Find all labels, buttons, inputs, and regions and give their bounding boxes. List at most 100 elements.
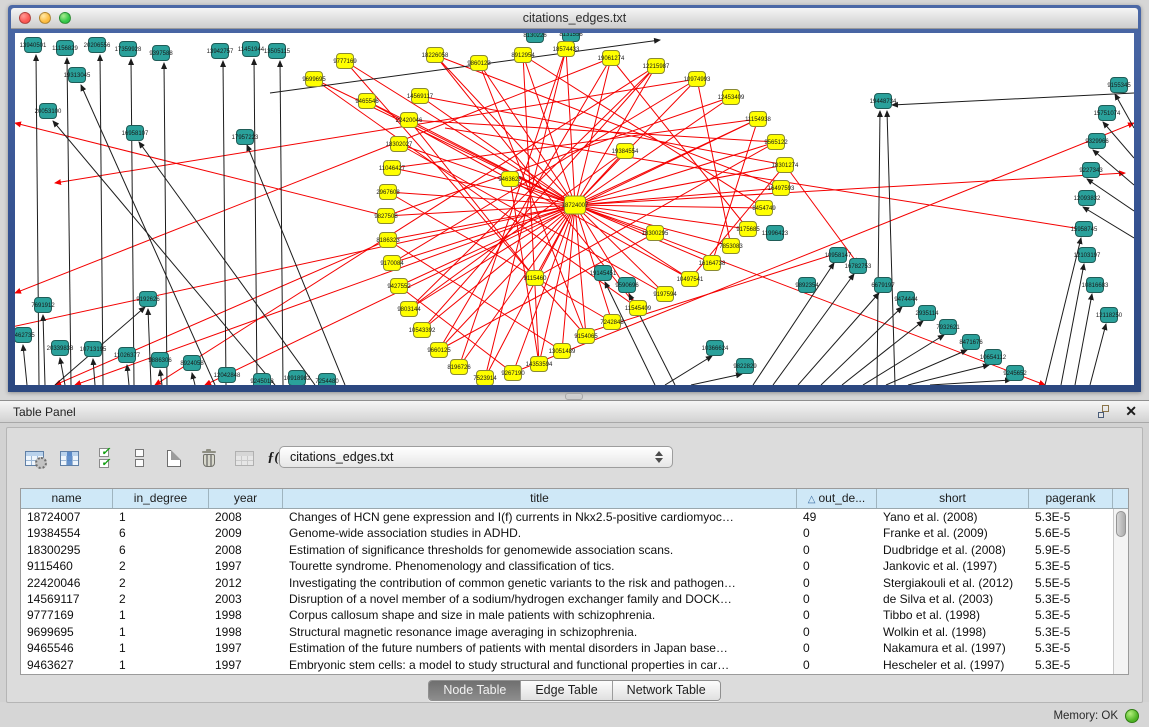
cell-title: Embryonic stem cells: a model to study s… <box>283 657 797 673</box>
graph-edge[interactable] <box>60 358 65 385</box>
graph-node-label: 9803144 <box>397 307 421 313</box>
graph-edge[interactable] <box>93 359 95 385</box>
graph-edge[interactable] <box>131 59 134 385</box>
graph-edge[interactable] <box>55 240 388 385</box>
graph-edge[interactable] <box>877 111 880 385</box>
graph-edge[interactable] <box>127 365 129 385</box>
row-height-button[interactable] <box>124 443 154 473</box>
close-panel-icon[interactable]: ✕ <box>1125 403 1137 420</box>
graph-edge[interactable] <box>886 350 967 385</box>
column-header-title[interactable]: title <box>283 489 797 508</box>
table-row[interactable]: 969969511998Structural magnetic resonanc… <box>21 624 1128 640</box>
graph-edge[interactable] <box>148 309 151 385</box>
graph-edge[interactable] <box>160 370 162 385</box>
graph-edge[interactable] <box>15 205 575 328</box>
tab-node-table[interactable]: Node Table <box>429 681 521 700</box>
graph-edge[interactable] <box>785 165 858 264</box>
table-row[interactable]: 977716911998Corpus callosum shape and si… <box>21 607 1128 623</box>
create-table-button[interactable] <box>159 443 189 473</box>
cell-title: Tourette syndrome. Phenomenology and cla… <box>283 558 797 574</box>
graph-edge[interactable] <box>254 59 257 385</box>
column-header-short[interactable]: short <box>877 489 1029 508</box>
graph-edge[interactable] <box>575 205 655 233</box>
table-selector-dropdown[interactable]: citations_edges.txt <box>279 446 673 468</box>
memory-status-dot[interactable] <box>1125 709 1139 723</box>
table-row[interactable]: 1938455462009Genome-wide association stu… <box>21 525 1128 541</box>
table-row[interactable]: 1456911722003Disruption of a novel membe… <box>21 591 1128 607</box>
table-row[interactable]: 946362711997Embryonic stem cells: a mode… <box>21 657 1128 673</box>
table-panel: Table Panel ✕ ƒ(x) citations_edges.txt n… <box>0 400 1149 702</box>
cell-out_degree: 0 <box>797 591 877 607</box>
graph-edge[interactable] <box>43 315 45 385</box>
graph-edge[interactable] <box>270 40 660 93</box>
column-header-in_degree[interactable]: in_degree <box>113 489 209 508</box>
table-body: 1872400712008Changes of HCN gene express… <box>21 509 1128 674</box>
graph-edge[interactable] <box>36 55 39 385</box>
graph-edge[interactable] <box>798 293 879 385</box>
graph-edge[interactable] <box>1045 238 1081 385</box>
table-settings-button[interactable] <box>19 443 49 473</box>
citation-graph[interactable]: 1394050111156829202065561735992893975881… <box>15 33 1134 385</box>
column-header-pagerank[interactable]: pagerank <box>1029 489 1113 508</box>
cell-title: Corpus callosum shape and size in male p… <box>283 607 797 623</box>
graph-edge[interactable] <box>420 96 575 205</box>
graph-edge[interactable] <box>100 55 103 385</box>
float-window-icon[interactable] <box>1098 405 1111 418</box>
table-selector-value: citations_edges.txt <box>290 450 655 464</box>
tab-edge-table[interactable]: Edge Table <box>521 681 612 700</box>
table-scrollbar[interactable] <box>1113 509 1128 674</box>
graph-edge[interactable] <box>753 263 834 385</box>
graph-edge[interactable] <box>1075 294 1092 385</box>
graph-edge[interactable] <box>81 85 215 385</box>
graph-edge[interactable] <box>930 380 1011 385</box>
table-row[interactable]: 1830029562008Estimation of significance … <box>21 542 1128 558</box>
graph-edge[interactable] <box>892 93 1134 105</box>
graph-edge[interactable] <box>1061 264 1084 385</box>
table-row[interactable]: 946554611997Estimation of the future num… <box>21 640 1128 656</box>
graph-node-label: 12042848 <box>214 373 241 379</box>
delete-table-button[interactable] <box>194 443 224 473</box>
network-canvas[interactable]: 1394050111156829202065561735992893975881… <box>15 33 1134 385</box>
graph-edge[interactable] <box>205 119 758 385</box>
graph-edge[interactable] <box>223 61 226 385</box>
checklist-icon <box>99 448 109 468</box>
table-row[interactable]: 911546021997Tourette syndrome. Phenomeno… <box>21 558 1128 574</box>
column-header-year[interactable]: year <box>209 489 283 508</box>
graph-edge[interactable] <box>67 58 71 385</box>
graph-edge[interactable] <box>575 205 764 208</box>
graph-edge[interactable] <box>575 97 731 205</box>
select-columns-button[interactable] <box>89 443 119 473</box>
column-header-name[interactable]: name <box>21 489 113 508</box>
show-columns-button[interactable] <box>54 443 84 473</box>
window-titlebar[interactable]: citations_edges.txt <box>11 8 1138 29</box>
graph-edge[interactable] <box>280 61 283 385</box>
graph-node-label: 9892354 <box>795 283 819 289</box>
graph-edge[interactable] <box>15 123 386 216</box>
cell-in_degree: 1 <box>113 509 209 525</box>
graph-edge[interactable] <box>1090 324 1106 385</box>
table-row[interactable]: 1872400712008Changes of HCN gene express… <box>21 509 1128 525</box>
graph-node-label: 10543392 <box>409 328 436 334</box>
graph-edge[interactable] <box>23 345 27 385</box>
cell-out_degree: 0 <box>797 575 877 591</box>
cell-out_degree: 0 <box>797 640 877 656</box>
graph-edge[interactable] <box>691 374 742 385</box>
graph-node-label: 9590696 <box>615 283 639 289</box>
panel-divider-grip[interactable] <box>565 393 583 400</box>
column-header-out_degree[interactable]: △out_de... <box>797 489 877 508</box>
delete-column-button[interactable] <box>229 443 259 473</box>
graph-edge[interactable] <box>575 205 612 322</box>
graph-edge[interactable] <box>512 123 1134 373</box>
graph-node-label: 9427552 <box>387 284 411 290</box>
graph-node-label: 16497593 <box>768 186 795 192</box>
graph-edge[interactable] <box>821 307 902 385</box>
tab-network-table[interactable]: Network Table <box>613 681 720 700</box>
cell-short: Dudbridge et al. (2008) <box>877 542 1029 558</box>
graph-edge[interactable] <box>409 120 535 278</box>
table-row[interactable]: 2242004622012Investigating the contribut… <box>21 575 1128 591</box>
graph-edge[interactable] <box>192 373 195 385</box>
graph-edge[interactable] <box>665 356 712 385</box>
graph-node-label: 19448734 <box>870 99 897 105</box>
scrollbar-thumb[interactable] <box>1116 511 1126 537</box>
graph-edge[interactable] <box>479 63 575 205</box>
